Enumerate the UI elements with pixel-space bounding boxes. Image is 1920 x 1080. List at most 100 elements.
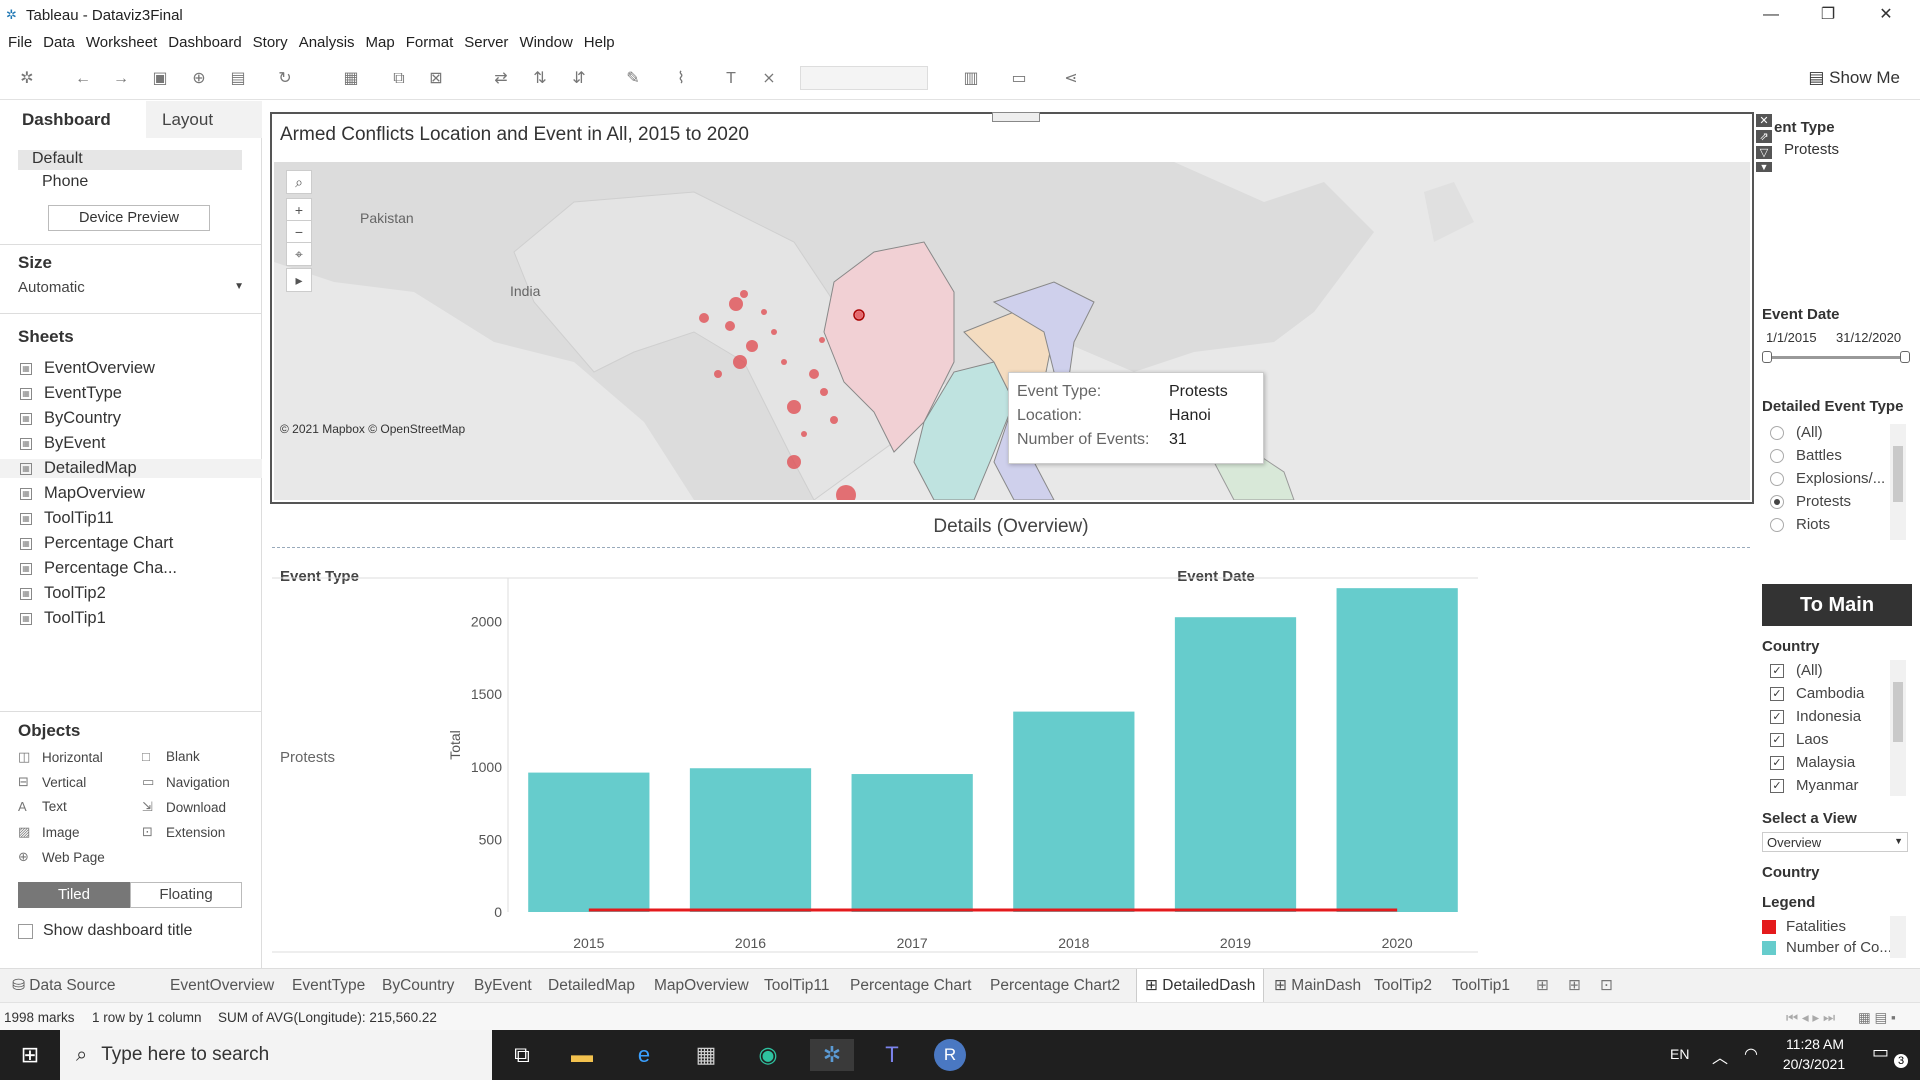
device-preview-button[interactable]: Device Preview	[48, 205, 210, 231]
sheet-item[interactable]: ▦ ByEvent	[20, 434, 105, 453]
refresh-icon[interactable]: ↻	[274, 68, 296, 90]
device-phone[interactable]: Phone	[42, 173, 88, 191]
sheet-item[interactable]: ▦ ToolTip2	[20, 584, 106, 603]
menu-file[interactable]: File	[8, 34, 32, 51]
fit-select[interactable]	[800, 66, 928, 90]
notification-icon[interactable]: ▭	[1872, 1042, 1889, 1063]
sheet-item[interactable]: ▦ ToolTip1	[20, 609, 106, 628]
r-app-icon[interactable]: R	[934, 1039, 966, 1071]
menu-story[interactable]: Story	[253, 34, 288, 51]
presentation-icon[interactable]: ▭	[1008, 68, 1030, 90]
details-chart[interactable]: Event Type Event Date Protests 0 500 1000 1…	[272, 564, 1754, 968]
remove-zone-icon[interactable]: ✕	[1756, 114, 1772, 127]
menu-window[interactable]: Window	[519, 34, 572, 51]
highlight-icon[interactable]: ✎	[622, 68, 644, 90]
tableau-logo-icon[interactable]: ✲	[16, 68, 38, 90]
new-datasource-icon[interactable]: ⊕	[188, 68, 210, 90]
bar-chart-svg[interactable]: 0 500 1000 1500 2000 Total 2015 2016 2017 2018 201…	[272, 564, 1754, 968]
to-main-button[interactable]: To Main	[1762, 584, 1912, 626]
sheet-nav-icons[interactable]: ⏮ ◂ ▸ ⏭	[1786, 1010, 1835, 1026]
tab-layout[interactable]: Layout	[146, 101, 262, 138]
teams-icon[interactable]: T	[876, 1039, 908, 1071]
new-dashboard-tab-icon[interactable]: ⊞	[1560, 969, 1589, 1003]
tab-sheet[interactable]: ToolTip1	[1444, 969, 1518, 1003]
tab-main-dash[interactable]: ⊞ MainDash	[1266, 969, 1369, 1003]
drag-handle-icon[interactable]	[992, 112, 1040, 122]
language-indicator[interactable]: EN	[1670, 1046, 1689, 1062]
zoom-out-icon[interactable]: −	[286, 220, 312, 244]
country-checkbox-indonesia[interactable]: ✓ Indonesia	[1770, 708, 1861, 725]
windows-start-icon[interactable]: ⊞	[14, 1039, 46, 1071]
object-image[interactable]: ▨ Image	[18, 824, 80, 840]
pause-updates-icon[interactable]: ▤	[227, 68, 249, 90]
group-icon[interactable]: ⌇	[670, 68, 692, 90]
new-worksheet-tab-icon[interactable]: ⊞	[1528, 969, 1557, 1003]
restore-icon[interactable]: ❐	[1805, 0, 1851, 30]
tab-sheet[interactable]: MapOverview	[646, 969, 757, 1003]
country-checkbox-malaysia[interactable]: ✓ Malaysia	[1770, 754, 1855, 771]
menu-dashboard[interactable]: Dashboard	[168, 34, 241, 51]
clock-time[interactable]: 11:28 AM	[1780, 1036, 1850, 1052]
object-text[interactable]: A Text	[18, 799, 67, 814]
sheet-item[interactable]: ▦ EventType	[20, 384, 122, 403]
country-scrollbar[interactable]	[1890, 660, 1906, 796]
zoom-in-icon[interactable]: +	[286, 198, 312, 222]
country-checkbox-cambodia[interactable]: ✓ Cambodia	[1770, 685, 1864, 702]
filter-icon[interactable]: ▽	[1756, 146, 1772, 159]
sort-asc-icon[interactable]: ⇅	[529, 68, 551, 90]
device-default[interactable]: Default	[18, 150, 242, 170]
tab-sheet[interactable]: DetailedMap	[540, 969, 643, 1003]
object-extension[interactable]: ⊡ Extension	[142, 824, 225, 840]
sheet-item[interactable]: ▦ EventOverview	[20, 359, 155, 378]
menu-data[interactable]: Data	[43, 34, 75, 51]
swap-icon[interactable]: ⇄	[490, 68, 512, 90]
new-worksheet-icon[interactable]: ▦	[340, 68, 362, 90]
object-blank[interactable]: □ Blank	[142, 749, 200, 764]
country-checkbox-all[interactable]: ✓ (All)	[1770, 662, 1823, 679]
tab-detailed-dash[interactable]: ⊞ DetailedDash	[1136, 969, 1265, 1003]
close-icon[interactable]: ✕	[1863, 0, 1909, 30]
object-navigation[interactable]: ▭ Navigation	[142, 774, 230, 790]
go-to-sheet-icon[interactable]: ⇗	[1756, 130, 1772, 143]
sheet-item[interactable]: ▦ ToolTip11	[20, 509, 114, 528]
redo-icon[interactable]: →	[110, 68, 132, 90]
share-icon[interactable]: ⋖	[1060, 68, 1082, 90]
show-cards-icon[interactable]: ▥	[960, 68, 982, 90]
menu-help[interactable]: Help	[584, 34, 615, 51]
tab-sheet[interactable]: ToolTip11	[756, 969, 837, 1003]
tab-data-source[interactable]: ⛁ Data Source	[4, 969, 123, 1003]
labels-icon[interactable]: T	[720, 68, 742, 90]
menu-map[interactable]: Map	[366, 34, 395, 51]
map-search-icon[interactable]: ⌕	[286, 170, 312, 194]
reset-map-icon[interactable]: ⌖	[286, 242, 312, 266]
size-select[interactable]: Automatic ▼	[18, 279, 244, 301]
sheet-item[interactable]: ▦ DetailedMap	[0, 459, 262, 478]
tiled-toggle[interactable]: Tiled	[18, 882, 130, 908]
radio-protests[interactable]: Protests	[1770, 493, 1851, 510]
new-story-tab-icon[interactable]: ⊡	[1592, 969, 1621, 1003]
wifi-icon[interactable]: ◠	[1744, 1044, 1758, 1064]
fix-axes-icon[interactable]: ⨯	[758, 68, 780, 90]
radio-riots[interactable]: Riots	[1770, 516, 1830, 533]
menu-analysis[interactable]: Analysis	[299, 34, 355, 51]
task-view-icon[interactable]: ⧉	[506, 1039, 538, 1071]
date-slider-track[interactable]	[1766, 356, 1906, 359]
save-icon[interactable]: ▣	[149, 68, 171, 90]
country-checkbox-myanmar[interactable]: ✓ Myanmar	[1770, 777, 1859, 794]
sheet-item[interactable]: ▦ ByCountry	[20, 409, 121, 428]
radio-battles[interactable]: Battles	[1770, 447, 1842, 464]
show-title-checkbox[interactable]: Show dashboard title	[18, 922, 192, 940]
select-view-dropdown[interactable]: Overview ▼	[1762, 832, 1908, 852]
scrollbar-thumb[interactable]	[1893, 682, 1903, 742]
sheet-item[interactable]: ▦ MapOverview	[20, 484, 145, 503]
sort-desc-icon[interactable]: ⇵	[568, 68, 590, 90]
tab-dashboard[interactable]: Dashboard	[0, 101, 146, 138]
object-download[interactable]: ⇲ Download	[142, 799, 226, 815]
legend-scrollbar[interactable]	[1890, 916, 1906, 958]
tab-sheet[interactable]: EventType	[284, 969, 373, 1003]
legend-item-fatalities[interactable]: Fatalities	[1762, 918, 1846, 935]
clear-icon[interactable]: ⊠	[425, 68, 447, 90]
duplicate-icon[interactable]: ⧉	[388, 68, 410, 90]
object-horizontal[interactable]: ◫ Horizontal	[18, 749, 103, 765]
clock-date[interactable]: 20/3/2021	[1774, 1056, 1854, 1072]
